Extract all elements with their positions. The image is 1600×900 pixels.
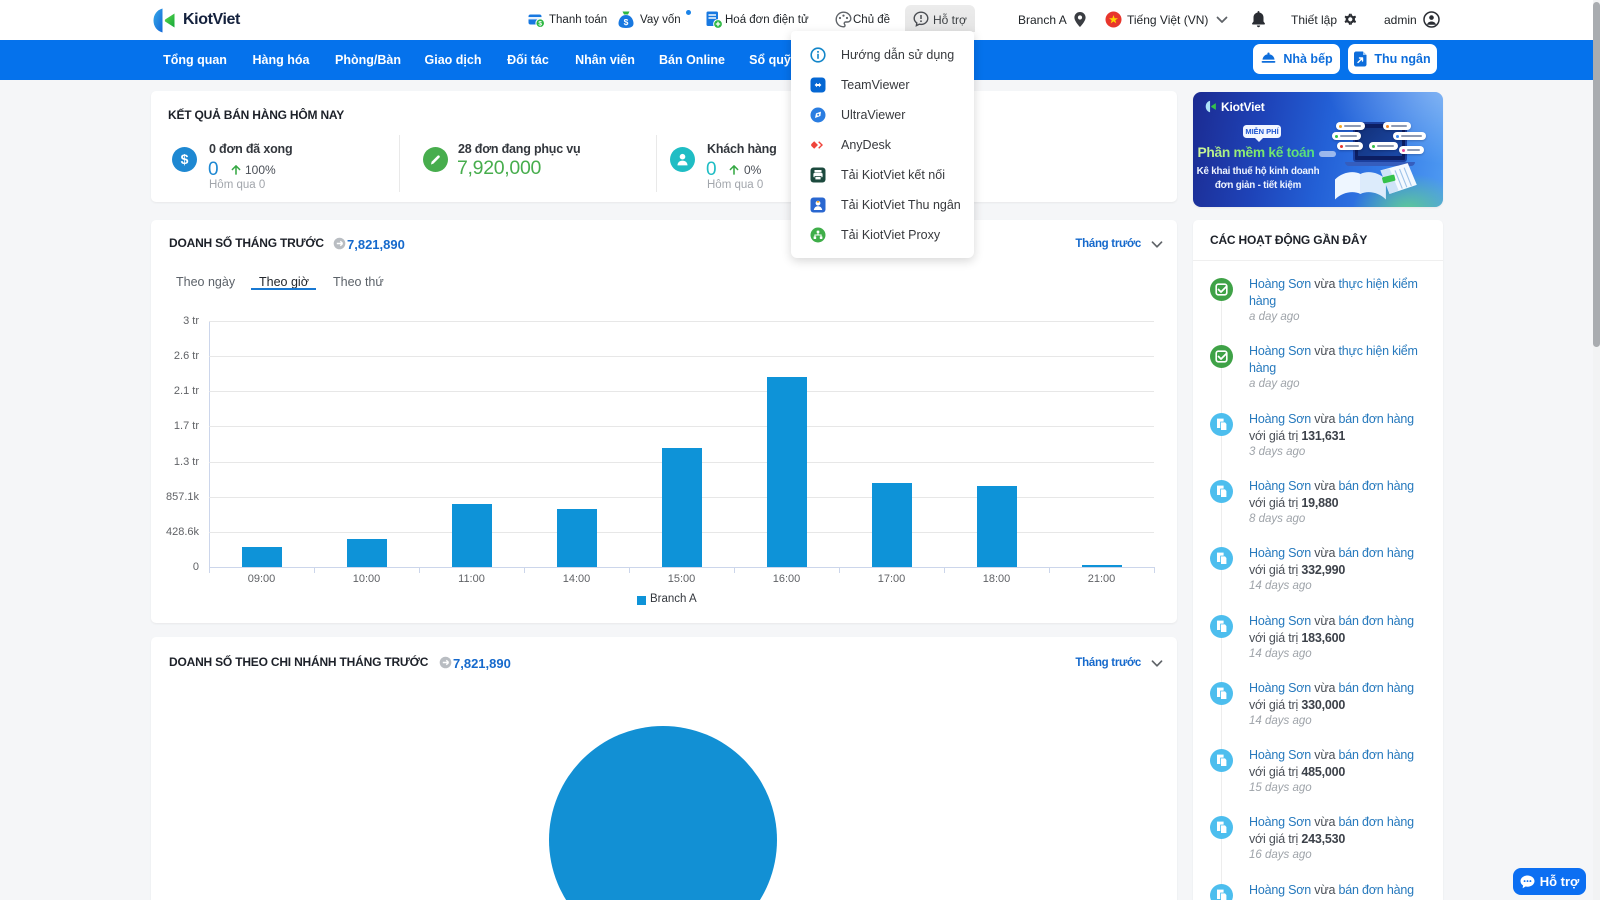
svg-text:$: $	[538, 20, 542, 27]
svg-text:$: $	[624, 17, 629, 27]
